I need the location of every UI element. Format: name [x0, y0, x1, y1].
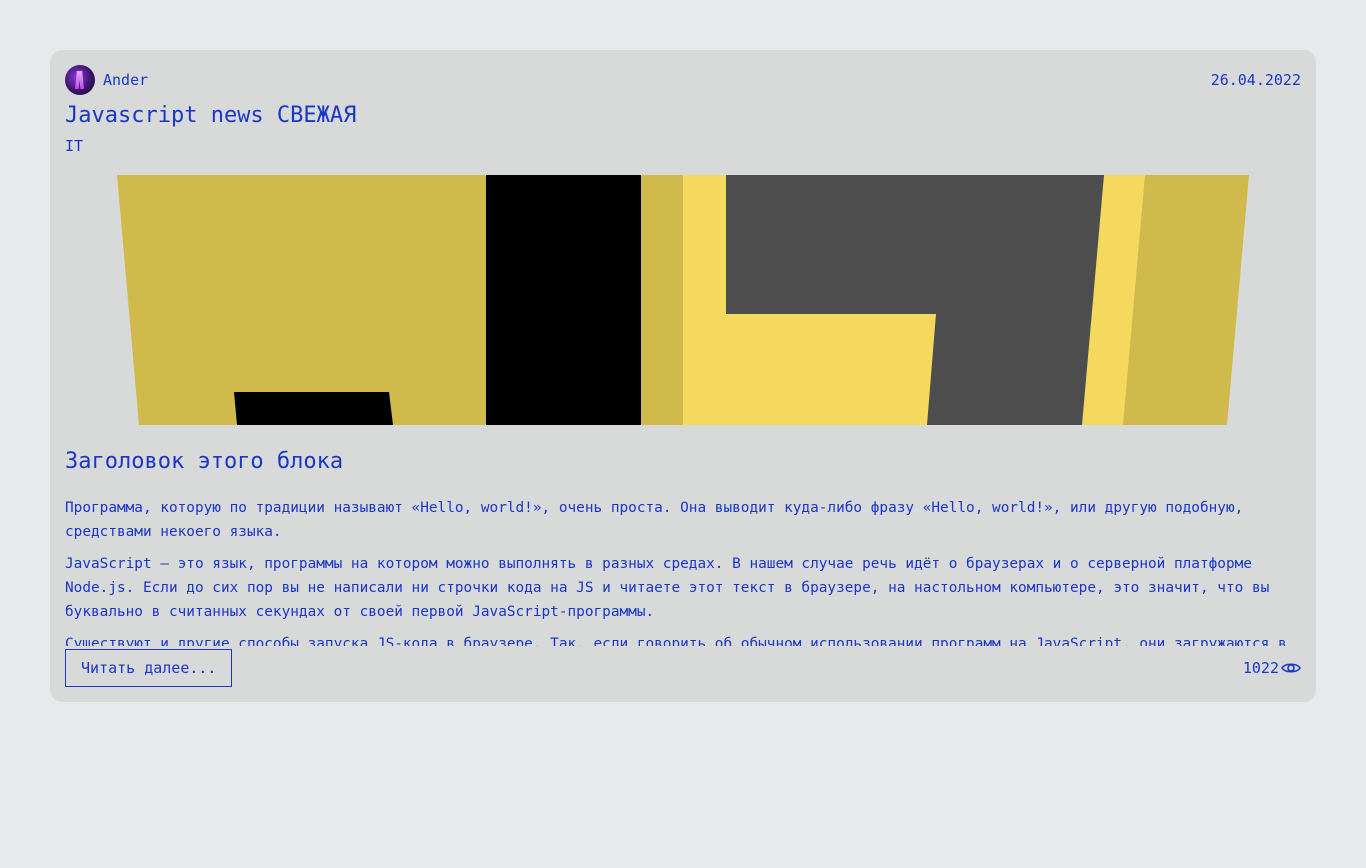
views-count: 1022 [1242, 659, 1279, 677]
section-heading: Заголовок этого блока [65, 449, 344, 474]
eye-icon [1281, 663, 1301, 673]
author-name[interactable]: Ander [103, 71, 148, 89]
avatar[interactable] [65, 65, 95, 95]
post-date: 26.04.2022 [1210, 71, 1301, 89]
post-hero-image [117, 175, 1249, 425]
paragraph-2: JavaScript — это язык, программы на кото… [65, 556, 1270, 620]
post-title: Javascript news СВЕЖАЯ [65, 103, 357, 128]
hero-black-bar [486, 175, 641, 425]
post-content: Программа, которую по традиции называют … [65, 496, 1295, 646]
hero-black-corner [234, 392, 393, 425]
author-link[interactable]: Ander [65, 65, 148, 95]
paragraph-1: Программа, которую по традиции называют … [65, 500, 1244, 540]
post-card: Ander 26.04.2022 Javascript news СВЕЖАЯ … [50, 50, 1316, 702]
avatar-figure [75, 71, 84, 89]
post-category[interactable]: IT [65, 137, 83, 155]
post-footer: Читать далее... 1022 [65, 649, 1301, 687]
views-counter: 1022 [1243, 659, 1301, 677]
paragraph-3: Существуют и другие способы запуска JS-к… [65, 636, 1287, 646]
read-more-button[interactable]: Читать далее... [65, 649, 233, 687]
post-header: Ander 26.04.2022 [65, 65, 1301, 95]
